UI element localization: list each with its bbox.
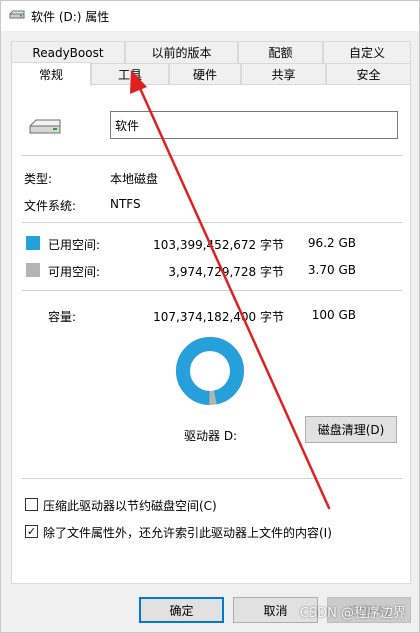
tab-tools[interactable]: 工具 [91, 63, 169, 85]
index-checkbox[interactable]: ✓ [25, 525, 38, 538]
separator [22, 290, 402, 291]
tab-sharing[interactable]: 共享 [241, 63, 326, 85]
tab-security[interactable]: 安全 [326, 63, 411, 85]
separator [22, 222, 402, 223]
tab-label: 安全 [356, 68, 381, 82]
tab-general[interactable]: 常规 [11, 62, 91, 86]
hard-drive-icon [29, 119, 61, 134]
free-space-size: 3.70 GB [307, 263, 356, 277]
used-space-ring [176, 337, 244, 405]
tab-readyboost[interactable]: ReadyBoost [11, 41, 125, 63]
free-space-color [26, 263, 40, 277]
capacity-size: 100 GB [311, 308, 356, 322]
type-value: 本地磁盘 [110, 172, 159, 186]
compress-checkbox[interactable] [25, 498, 38, 511]
separator [22, 155, 402, 156]
type-label: 类型: [24, 172, 53, 186]
separator [22, 478, 402, 479]
tab-label: 常规 [38, 68, 63, 82]
tab-label: 共享 [271, 68, 296, 82]
used-space-bytes: 103,399,452,672 字节 [153, 238, 284, 252]
filesystem-label: 文件系统: [24, 199, 77, 213]
drive-icon [9, 10, 25, 19]
free-space-bytes: 3,974,729,728 字节 [168, 265, 284, 279]
used-space-size: 96.2 GB [307, 236, 356, 250]
tab-label: 工具 [117, 68, 142, 82]
capacity-bytes: 107,374,182,400 字节 [153, 310, 284, 324]
tab-label: 硬件 [192, 68, 217, 82]
tab-hardware[interactable]: 硬件 [169, 63, 241, 85]
properties-window: 软件 (D:) 属性 ReadyBoost 以前的版本 配额 自定义 常规 工具… [0, 0, 420, 633]
capacity-label: 容量: [48, 310, 77, 324]
drive-letter-label: 驱动器 D: [184, 429, 238, 443]
tab-label: 配额 [268, 46, 293, 60]
tab-label: 以前的版本 [151, 46, 212, 60]
general-panel: 类型: 本地磁盘 文件系统: NTFS 已用空间: 103,399,452,67… [11, 84, 411, 584]
tab-label: 自定义 [348, 46, 385, 60]
tab-previous-versions[interactable]: 以前的版本 [125, 41, 238, 63]
used-space-label: 已用空间: [48, 238, 101, 252]
free-space-label: 可用空间: [48, 265, 101, 279]
disk-cleanup-button[interactable]: 磁盘清理(D) [305, 416, 397, 443]
index-label[interactable]: 除了文件属性外，还允许索引此驱动器上文件的内容(I) [43, 524, 332, 541]
used-space-color [26, 236, 40, 250]
drive-name-input[interactable] [110, 111, 398, 139]
compress-label[interactable]: 压缩此驱动器以节约磁盘空间(C) [43, 497, 217, 514]
watermark: CSDN @程序边界 [299, 606, 406, 621]
window-title: 软件 (D:) 属性 [31, 10, 110, 24]
tab-quota[interactable]: 配额 [238, 41, 323, 63]
title-bar: 软件 (D:) 属性 [1, 1, 419, 31]
disk-usage-donut [176, 337, 244, 405]
ok-button[interactable]: 确定 [139, 597, 224, 623]
tab-label: ReadyBoost [32, 45, 104, 60]
tab-customize[interactable]: 自定义 [323, 41, 411, 63]
filesystem-value: NTFS [110, 197, 141, 211]
